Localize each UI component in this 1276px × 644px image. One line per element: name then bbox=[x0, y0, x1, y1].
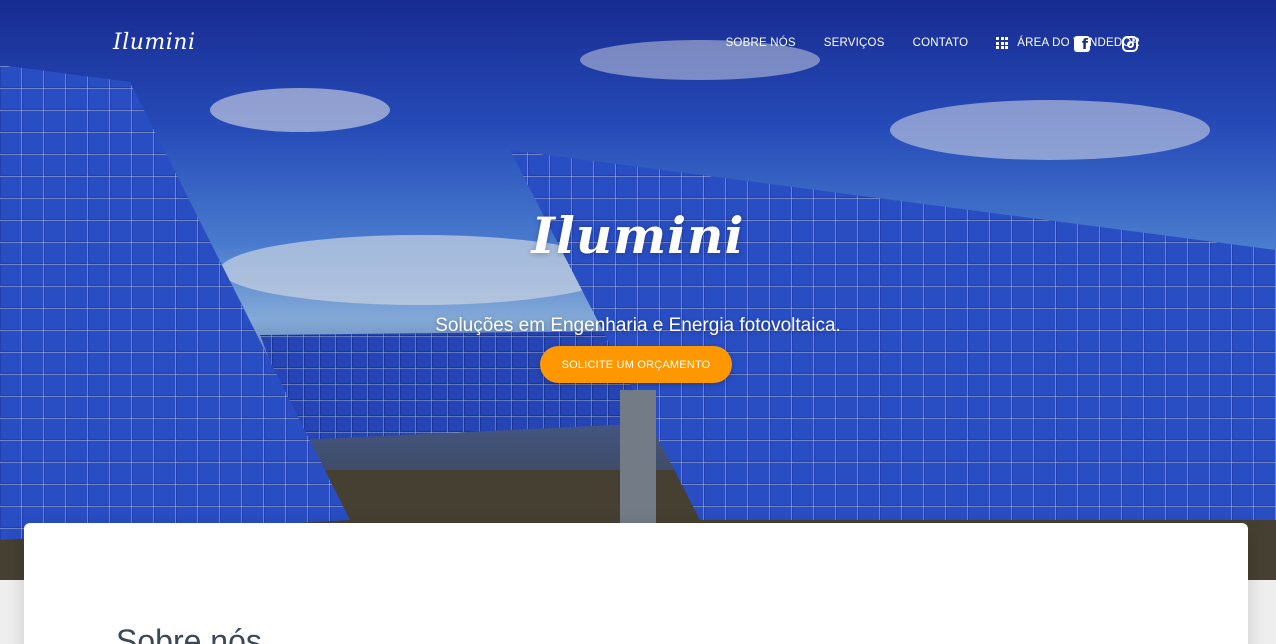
hero-overlay bbox=[0, 0, 1276, 580]
nav-item-servicos[interactable]: SERVIÇOS bbox=[824, 37, 885, 49]
nav-item-area-do-vendedor[interactable]: ÁREA DO VENDEDOR bbox=[996, 37, 1140, 49]
hero-section: Ilumini SOBRE NÓS SERVIÇOS CONTATO ÁREA … bbox=[0, 0, 1276, 580]
about-section-title: Sobre nós bbox=[116, 623, 262, 644]
hero-subtitle: Soluções em Engenharia e Energia fotovol… bbox=[435, 315, 841, 336]
about-card: Sobre nós bbox=[24, 523, 1248, 644]
nav-item-sobre-nos[interactable]: SOBRE NÓS bbox=[726, 37, 796, 49]
nav-item-contato[interactable]: CONTATO bbox=[913, 37, 969, 49]
hero-title: Ilumini bbox=[531, 206, 745, 265]
facebook-icon[interactable]: f bbox=[1074, 36, 1090, 53]
instagram-icon[interactable] bbox=[1122, 36, 1138, 52]
brand-logo[interactable]: Ilumini bbox=[113, 30, 196, 55]
apps-grid-icon bbox=[996, 37, 1009, 49]
request-quote-button[interactable]: SOLICITE UM ORÇAMENTO bbox=[540, 346, 732, 383]
